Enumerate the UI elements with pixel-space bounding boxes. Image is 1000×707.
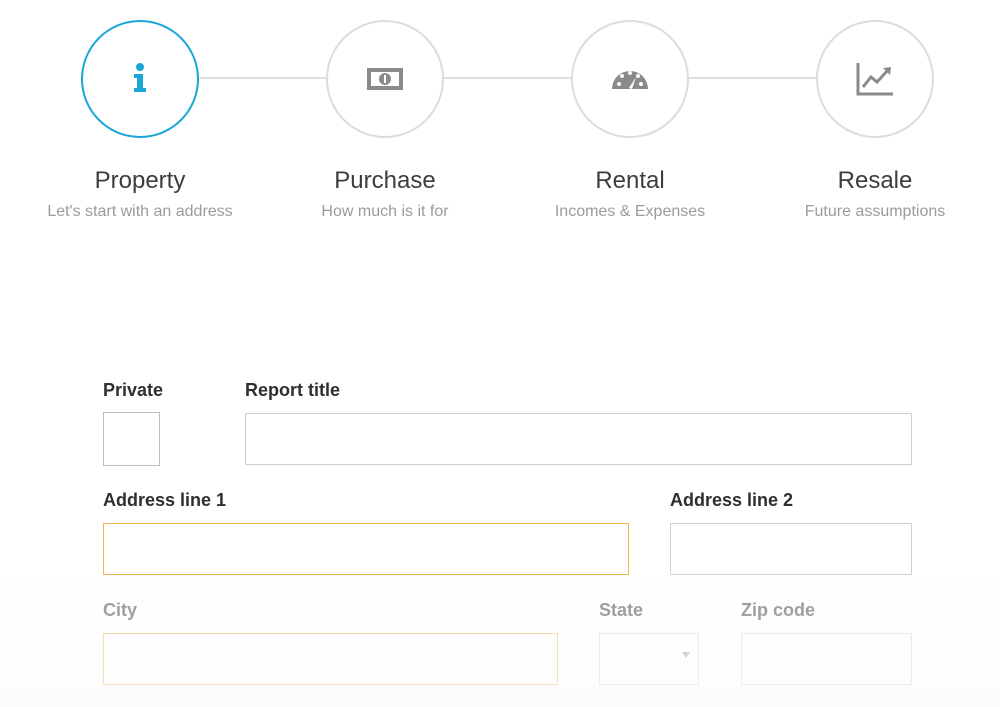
city-input[interactable] [103, 633, 558, 685]
address-line-1-label: Address line 1 [103, 490, 227, 510]
step-connector [200, 77, 326, 79]
wizard-stepper: Property Let's start with an address Pur… [0, 0, 1000, 240]
report-title-input[interactable] [245, 413, 912, 465]
step-connector [689, 77, 817, 79]
step-connector [444, 77, 572, 79]
trend-chart-icon [856, 63, 893, 96]
step-subtitle: Incomes & Expenses [554, 203, 706, 220]
step-circle[interactable] [816, 20, 934, 138]
chevron-down-icon [682, 652, 690, 658]
step-title: Purchase [334, 167, 436, 194]
step-subtitle: Future assumptions [804, 203, 946, 220]
info-icon [134, 63, 146, 92]
private-checkbox[interactable] [103, 412, 160, 466]
step-title: Rental [595, 167, 665, 194]
page: Property Let's start with an address Pur… [0, 0, 1000, 707]
report-title-label: Report title [245, 380, 341, 400]
step-circle[interactable] [326, 20, 444, 138]
state-select[interactable] [599, 633, 699, 685]
step-circle[interactable] [81, 20, 199, 138]
address-line-2-input[interactable] [670, 523, 912, 575]
private-label: Private [103, 380, 164, 400]
zip-code-label: Zip code [741, 600, 816, 620]
address-line-1-input[interactable] [103, 523, 629, 575]
step-subtitle: How much is it for [321, 203, 449, 220]
address-line-2-label: Address line 2 [670, 490, 794, 510]
money-bill-icon [367, 68, 403, 90]
state-label: State [599, 600, 644, 620]
step-subtitle: Let's start with an address [47, 203, 233, 220]
gauge-icon [612, 71, 648, 89]
city-label: City [103, 600, 138, 620]
step-circle[interactable] [571, 20, 689, 138]
step-title: Resale [837, 167, 913, 194]
zip-code-input[interactable] [741, 633, 912, 685]
step-title: Property [94, 167, 186, 194]
